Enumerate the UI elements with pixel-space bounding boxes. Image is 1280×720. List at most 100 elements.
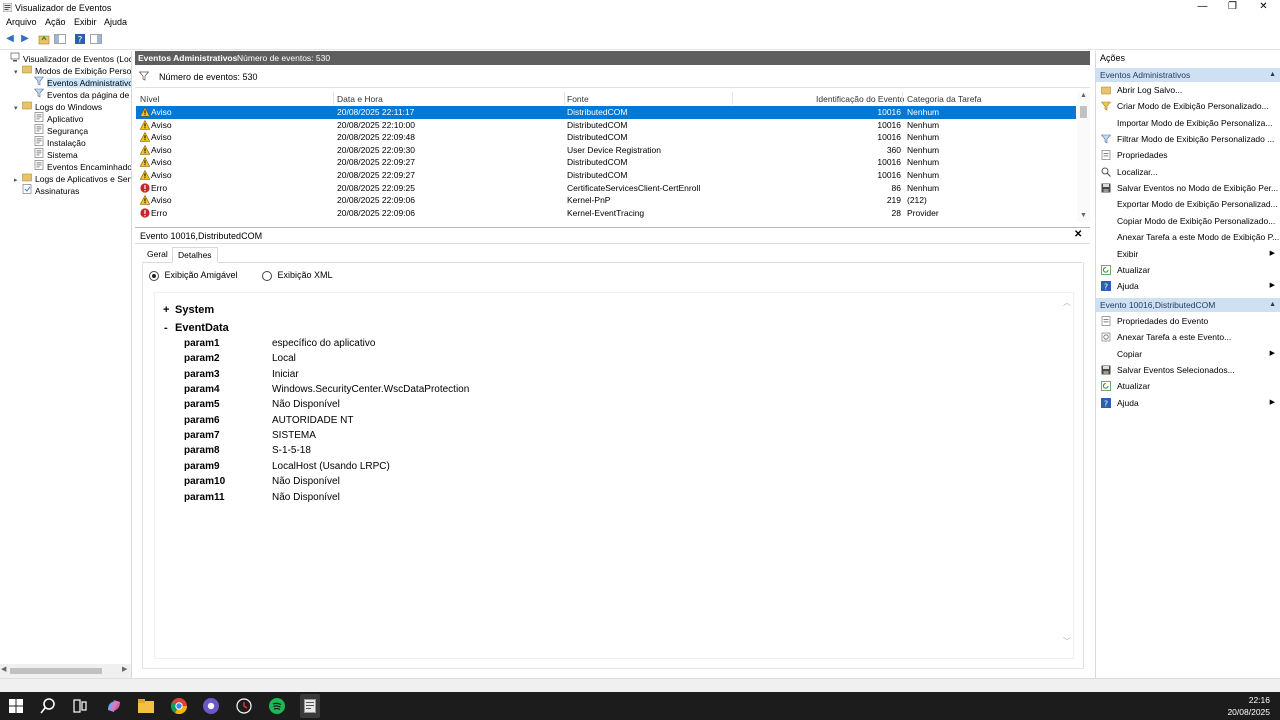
action-item[interactable]: Salvar Eventos Selecionados...: [1096, 362, 1280, 378]
event-row[interactable]: Aviso 20/08/2025 22:11:17 DistributedCOM 10…: [136, 106, 1076, 119]
restore-button[interactable]: ❐: [1217, 0, 1248, 15]
column-level[interactable]: Nível: [140, 94, 159, 104]
tab-detalhes[interactable]: Detalhes: [172, 247, 218, 263]
action-item[interactable]: Abrir Log Salvo...: [1096, 82, 1280, 98]
close-detail-icon[interactable]: ✕: [1074, 229, 1082, 240]
system-clock[interactable]: 22:16 20/08/2025: [1227, 694, 1270, 718]
scroll-down-icon[interactable]: ▼: [1080, 212, 1087, 219]
action-label: Filtrar Modo de Exibição Personalizado .…: [1117, 134, 1275, 145]
copilot-icon[interactable]: [104, 696, 124, 716]
minimize-button[interactable]: —: [1187, 0, 1218, 15]
tree-horizontal-scrollbar[interactable]: ◀ ▶: [0, 664, 131, 678]
spotify-icon[interactable]: [267, 696, 287, 716]
tree-item[interactable]: Instalação: [0, 136, 131, 148]
radio-button-checked[interactable]: [149, 270, 159, 281]
event-list-scrollbar[interactable]: ▲ ▼: [1077, 92, 1090, 222]
action-item[interactable]: Propriedades do Evento: [1096, 313, 1280, 329]
column-divider[interactable]: [333, 92, 334, 105]
column-date[interactable]: Data e Hora: [337, 94, 383, 104]
event-row[interactable]: Aviso 20/08/2025 22:09:48 DistributedCOM 10…: [136, 131, 1076, 144]
start-button-icon[interactable]: [6, 696, 26, 716]
chrome-profile-icon[interactable]: [201, 696, 221, 716]
action-item[interactable]: Copiar Modo de Exibição Personalizado...: [1096, 213, 1280, 229]
tree-item[interactable]: Segurança: [0, 124, 131, 136]
tree-item[interactable]: Eventos Encaminhados: [0, 160, 131, 172]
action-item[interactable]: Exportar Modo de Exibição Personalizad..…: [1096, 196, 1280, 212]
event-viewer-taskbar-icon[interactable]: [300, 694, 320, 718]
event-row[interactable]: Aviso 20/08/2025 22:10:00 DistributedCOM 10…: [136, 119, 1076, 132]
collapse-eventdata-icon[interactable]: -: [164, 322, 168, 334]
event-row[interactable]: Erro 20/08/2025 22:09:25 CertificateServic…: [136, 182, 1076, 195]
column-source[interactable]: Fonte: [567, 94, 589, 104]
action-item[interactable]: ? Ajuda ▶: [1096, 278, 1280, 294]
file-explorer-icon[interactable]: [136, 696, 156, 716]
search-icon[interactable]: [38, 696, 58, 716]
column-task-category[interactable]: Categoria da Tarefa: [907, 94, 982, 104]
tab-geral[interactable]: Geral: [142, 247, 173, 261]
menu-ajuda[interactable]: Ajuda: [104, 17, 127, 27]
actions-section-event[interactable]: Evento 10016,DistributedCOM ▲: [1096, 298, 1280, 312]
column-divider[interactable]: [902, 92, 903, 105]
tree-item[interactable]: Visualizador de Eventos (Local): [0, 52, 131, 64]
action-item[interactable]: Atualizar: [1096, 378, 1280, 394]
column-divider[interactable]: [732, 92, 733, 105]
column-divider[interactable]: [564, 92, 565, 105]
column-event-id[interactable]: Identificação do Evento: [816, 94, 904, 104]
scroll-down-icon[interactable]: ﹀: [1063, 636, 1071, 647]
scroll-up-icon[interactable]: ︿: [1063, 297, 1071, 308]
action-item[interactable]: Anexar Tarefa a este Evento...: [1096, 329, 1280, 345]
tree-item[interactable]: ▸Logs de Aplicativos e Serviço: [0, 172, 131, 184]
menu-arquivo[interactable]: Arquivo: [6, 17, 37, 27]
show-hide-tree-icon[interactable]: [54, 33, 66, 45]
scroll-thumb[interactable]: [1080, 106, 1087, 118]
actions-section-admin[interactable]: Eventos Administrativos ▲: [1096, 68, 1280, 82]
action-item[interactable]: ? Ajuda ▶: [1096, 395, 1280, 411]
event-row[interactable]: Erro 20/08/2025 22:09:06 Kernel-EventTraci…: [136, 207, 1076, 220]
scroll-thumb[interactable]: [10, 668, 102, 674]
tree-item[interactable]: ▾ Modos de Exibição Personali: [0, 64, 131, 76]
action-item[interactable]: Propriedades: [1096, 147, 1280, 163]
radio-button-unchecked[interactable]: [262, 270, 272, 281]
clock-app-icon[interactable]: [234, 696, 254, 716]
expanded-chevron-icon[interactable]: ▾: [14, 67, 22, 79]
scroll-up-icon[interactable]: ▲: [1080, 92, 1087, 99]
event-row[interactable]: Aviso 20/08/2025 22:09:27 DistributedCOM 10…: [136, 156, 1076, 169]
close-window-button[interactable]: ✕: [1248, 0, 1279, 15]
show-hide-actions-icon[interactable]: [90, 33, 102, 45]
section-system[interactable]: System: [175, 304, 214, 316]
section-eventdata[interactable]: EventData: [175, 322, 229, 334]
tree-item[interactable]: ▾ Logs do Windows: [0, 100, 131, 112]
action-item[interactable]: Salvar Eventos no Modo de Exibição Per..…: [1096, 180, 1280, 196]
param-value: Não Disponível: [272, 476, 340, 488]
back-icon[interactable]: ◀: [4, 33, 16, 45]
forward-icon[interactable]: ▶: [19, 33, 31, 45]
expanded-chevron-icon[interactable]: ▾: [14, 103, 22, 115]
action-item[interactable]: Anexar Tarefa a este Modo de Exibição P.…: [1096, 229, 1280, 245]
action-item[interactable]: Atualizar: [1096, 262, 1280, 278]
menu-acao[interactable]: Ação: [45, 17, 66, 27]
action-item[interactable]: Filtrar Modo de Exibição Personalizado .…: [1096, 131, 1280, 147]
event-row[interactable]: Aviso 20/08/2025 22:09:30 User Device Regi…: [136, 144, 1076, 157]
action-item[interactable]: Criar Modo de Exibição Personalizado...: [1096, 98, 1280, 114]
expand-system-icon[interactable]: +: [163, 304, 169, 316]
scroll-left-icon[interactable]: ◀: [1, 665, 6, 673]
task-view-icon[interactable]: [70, 696, 90, 716]
radio-xml-view[interactable]: Exibição XML: [262, 270, 333, 281]
action-item[interactable]: Localizar...: [1096, 164, 1280, 180]
help-icon[interactable]: ?: [74, 33, 86, 46]
tree-item[interactable]: Assinaturas: [0, 184, 131, 196]
up-folder-icon[interactable]: [38, 33, 50, 45]
menu-exibir[interactable]: Exibir: [74, 17, 97, 27]
action-item[interactable]: Exibir ▶: [1096, 246, 1280, 262]
collapse-icon[interactable]: ▲: [1269, 298, 1276, 312]
tree-item[interactable]: Eventos da página de res: [0, 88, 131, 100]
action-item[interactable]: Copiar ▶: [1096, 346, 1280, 362]
collapse-icon[interactable]: ▲: [1269, 68, 1276, 82]
scroll-right-icon[interactable]: ▶: [122, 665, 127, 673]
tree-item[interactable]: Sistema: [0, 148, 131, 160]
radio-friendly-view[interactable]: Exibição Amigável: [149, 270, 238, 281]
chrome-icon[interactable]: [169, 696, 189, 716]
event-row[interactable]: Aviso 20/08/2025 22:09:06 Kernel-PnP 219 (21…: [136, 194, 1076, 207]
event-row[interactable]: Aviso 20/08/2025 22:09:27 DistributedCOM 10…: [136, 169, 1076, 182]
action-item[interactable]: Importar Modo de Exibição Personaliza...: [1096, 115, 1280, 131]
